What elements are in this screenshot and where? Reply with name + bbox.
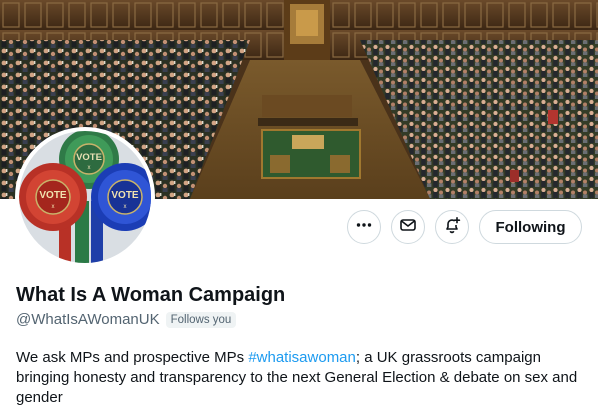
rosette-red-vote-label: VOTE bbox=[39, 190, 67, 201]
envelope-icon bbox=[399, 216, 417, 239]
following-button[interactable]: Following bbox=[479, 210, 582, 244]
profile-handle-row: @WhatIsAWomanUK Follows you bbox=[16, 311, 237, 328]
notifications-button[interactable] bbox=[435, 210, 469, 244]
more-options-button[interactable] bbox=[347, 210, 381, 244]
rosette-green-vote-label: VOTE bbox=[76, 152, 102, 163]
bio-text-start: We ask MPs and prospective MPs bbox=[16, 349, 249, 366]
bell-plus-icon bbox=[443, 216, 461, 239]
profile-handle: @WhatIsAWomanUK bbox=[16, 311, 160, 328]
profile-bio: We ask MPs and prospective MPs #whatisaw… bbox=[16, 348, 586, 408]
more-dots-icon bbox=[355, 216, 373, 239]
bio-hashtag-link[interactable]: #whatisawoman bbox=[248, 349, 356, 366]
profile-actions: Following bbox=[0, 210, 598, 248]
rosette-blue-vote-label: VOTE bbox=[111, 190, 139, 201]
message-button[interactable] bbox=[391, 210, 425, 244]
follows-you-badge: Follows you bbox=[165, 311, 237, 328]
profile-display-name: What Is A Woman Campaign bbox=[16, 284, 286, 306]
rosette-green-mark: x bbox=[88, 165, 91, 171]
